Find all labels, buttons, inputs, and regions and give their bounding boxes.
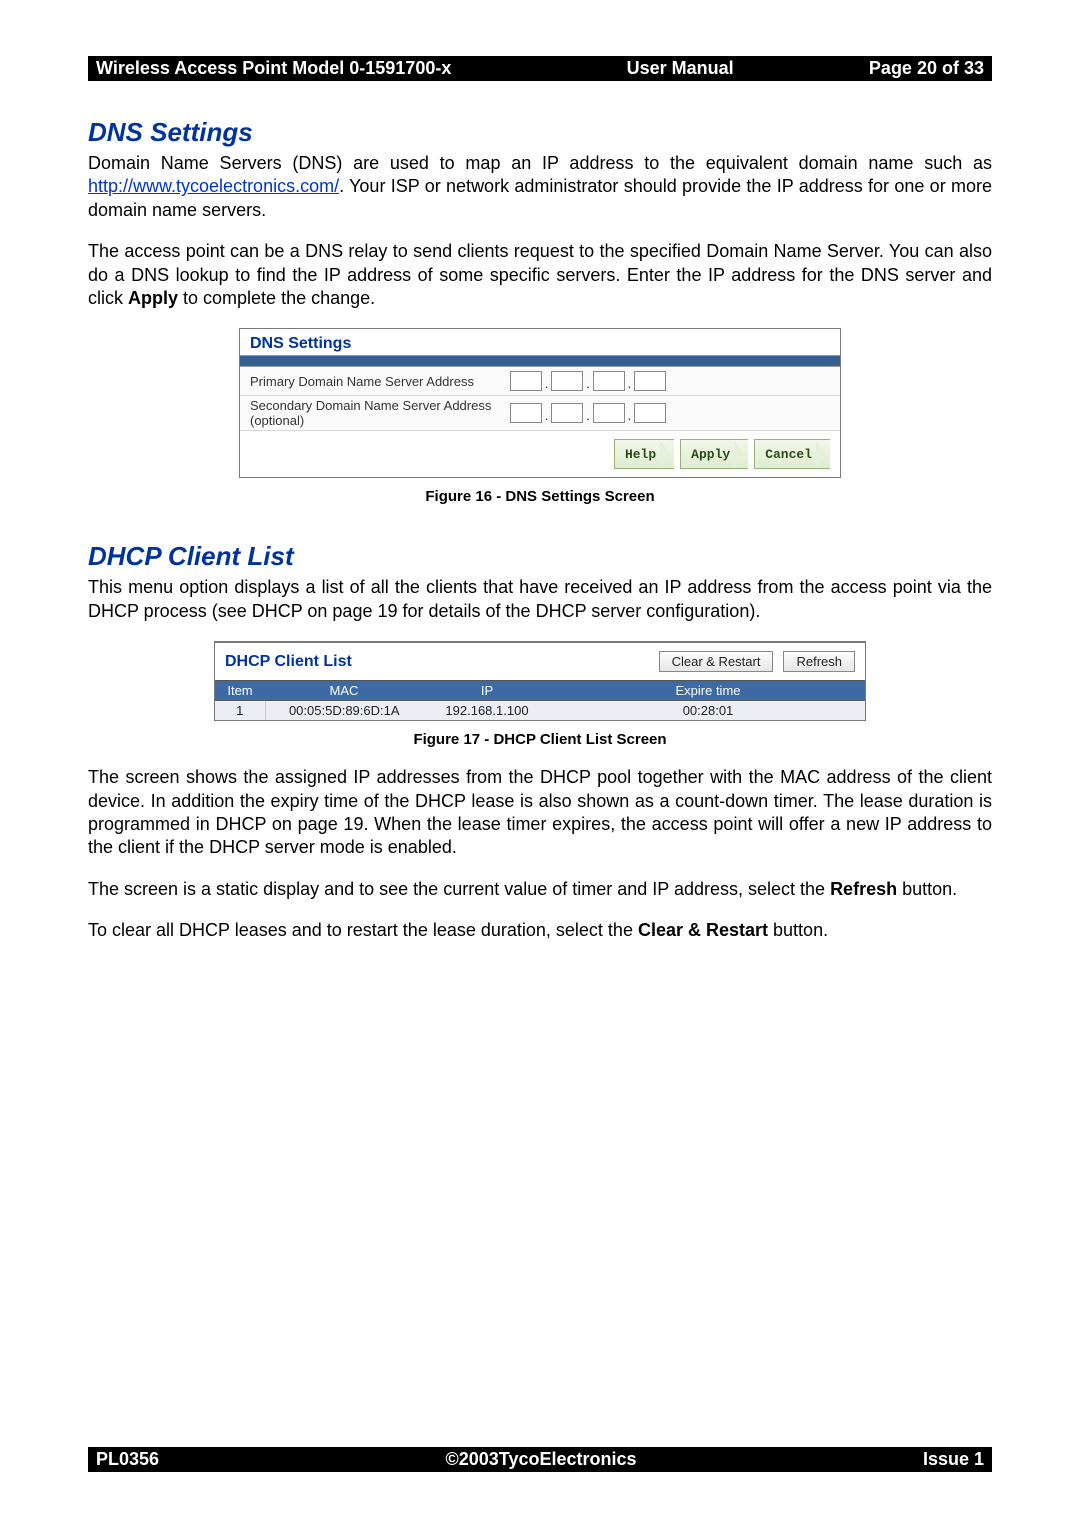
dhcp-p3-post: button. <box>897 879 957 899</box>
dhcp-p3-refresh-bold: Refresh <box>830 879 897 899</box>
help-button[interactable]: Help <box>614 439 674 469</box>
ip-octet[interactable] <box>551 371 583 391</box>
dhcp-p4-clear-bold: Clear & Restart <box>638 920 768 940</box>
dns-button-row: Help Apply Cancel <box>240 431 840 477</box>
dhcp-p4-post: button. <box>768 920 828 940</box>
cell-mac: 00:05:5D:89:6D:1A <box>265 701 423 721</box>
dns-row-primary: Primary Domain Name Server Address . . . <box>240 367 840 396</box>
dot-icon: . <box>627 377 632 391</box>
figure-16-caption: Figure 16 - DNS Settings Screen <box>88 488 992 505</box>
dns-secondary-ip-field[interactable]: . . . <box>510 403 666 423</box>
header-page-number: Page 20 of 33 <box>869 58 984 79</box>
cancel-button-label: Cancel <box>765 447 812 462</box>
refresh-button[interactable]: Refresh <box>783 651 855 672</box>
dns-screen-title: DNS Settings <box>240 329 840 355</box>
dhcp-paragraph-1: This menu option displays a list of all … <box>88 576 992 623</box>
col-item: Item <box>215 681 265 701</box>
cell-item: 1 <box>215 701 265 721</box>
cell-ip: 192.168.1.100 <box>423 701 551 721</box>
col-mac: MAC <box>265 681 423 701</box>
dhcp-paragraph-4: To clear all DHCP leases and to restart … <box>88 919 992 942</box>
dns-paragraph-1: Domain Name Servers (DNS) are used to ma… <box>88 152 992 222</box>
ip-octet[interactable] <box>510 403 542 423</box>
dot-icon: . <box>544 409 549 423</box>
table-row: 1 00:05:5D:89:6D:1A 192.168.1.100 00:28:… <box>215 701 865 721</box>
dot-icon: . <box>585 377 590 391</box>
apply-button[interactable]: Apply <box>680 439 748 469</box>
table-header-row: Item MAC IP Expire time <box>215 681 865 701</box>
dns-settings-screenshot: DNS Settings Primary Domain Name Server … <box>239 328 841 478</box>
header-doc-type: User Manual <box>627 58 734 79</box>
page-footer: PL0356 ©2003TycoElectronics Issue 1 <box>88 1447 992 1472</box>
cancel-button[interactable]: Cancel <box>754 439 830 469</box>
dhcp-p4-pre: To clear all DHCP leases and to restart … <box>88 920 638 940</box>
heading-dhcp-client-list: DHCP Client List <box>88 541 992 572</box>
clear-restart-button[interactable]: Clear & Restart <box>659 651 774 672</box>
dhcp-screen-title: DHCP Client List <box>225 653 352 671</box>
col-expire: Expire time <box>551 681 865 701</box>
chevron-right-icon <box>734 440 744 468</box>
ip-octet[interactable] <box>551 403 583 423</box>
chevron-right-icon <box>660 440 670 468</box>
ip-octet[interactable] <box>510 371 542 391</box>
page-header: Wireless Access Point Model 0-1591700-x … <box>88 56 992 81</box>
dns-p1-pre: Domain Name Servers (DNS) are used to ma… <box>88 153 992 173</box>
dhcp-paragraph-3: The screen is a static display and to se… <box>88 878 992 901</box>
footer-issue: Issue 1 <box>923 1449 984 1470</box>
dns-primary-label: Primary Domain Name Server Address <box>250 374 510 389</box>
apply-button-label: Apply <box>691 447 730 462</box>
tyco-url-link[interactable]: http://www.tycoelectronics.com/ <box>88 176 339 196</box>
col-ip: IP <box>423 681 551 701</box>
dns-row-secondary: Secondary Domain Name Server Address (op… <box>240 396 840 431</box>
dot-icon: . <box>627 409 632 423</box>
heading-dns-settings: DNS Settings <box>88 117 992 148</box>
cell-expire: 00:28:01 <box>551 701 865 721</box>
dhcp-paragraph-2: The screen shows the assigned IP address… <box>88 766 992 860</box>
footer-doc-id: PL0356 <box>96 1449 159 1470</box>
dhcp-client-list-screenshot: DHCP Client List Clear & Restart Refresh… <box>214 641 866 721</box>
dns-secondary-label: Secondary Domain Name Server Address (op… <box>250 398 510 428</box>
dns-primary-ip-field[interactable]: . . . <box>510 371 666 391</box>
chevron-right-icon <box>816 440 826 468</box>
dns-p2-apply-bold: Apply <box>128 288 178 308</box>
ip-octet[interactable] <box>593 371 625 391</box>
figure-17-caption: Figure 17 - DHCP Client List Screen <box>88 731 992 748</box>
ip-octet[interactable] <box>634 371 666 391</box>
dhcp-client-table: Item MAC IP Expire time 1 00:05:5D:89:6D… <box>215 680 865 720</box>
dot-icon: . <box>585 409 590 423</box>
dot-icon: . <box>544 377 549 391</box>
dhcp-p3-pre: The screen is a static display and to se… <box>88 879 830 899</box>
ip-octet[interactable] <box>593 403 625 423</box>
dns-p2-post: to complete the change. <box>178 288 375 308</box>
ip-octet[interactable] <box>634 403 666 423</box>
dns-screen-divider <box>240 355 840 367</box>
dns-paragraph-2: The access point can be a DNS relay to s… <box>88 240 992 310</box>
footer-copyright: ©2003TycoElectronics <box>445 1449 636 1470</box>
header-product: Wireless Access Point Model 0-1591700-x <box>96 58 451 79</box>
help-button-label: Help <box>625 447 656 462</box>
